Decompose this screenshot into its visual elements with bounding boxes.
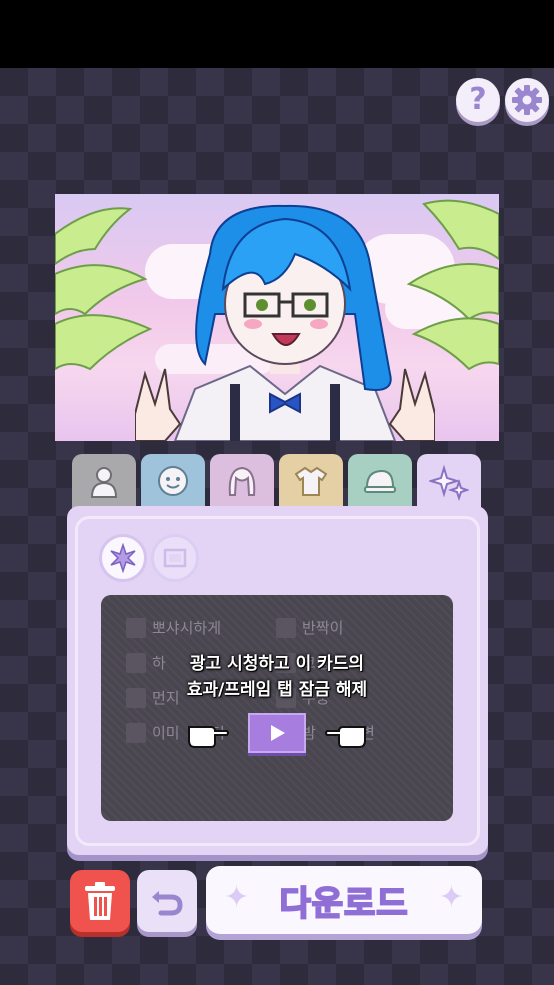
effect-option-label: 이미 (152, 724, 180, 742)
question-icon: ? (469, 82, 487, 117)
subtab-effects[interactable] (99, 534, 147, 582)
undo-button[interactable] (137, 870, 197, 932)
tab-hair[interactable] (210, 454, 274, 508)
category-tabs (72, 454, 482, 510)
watch-ad-play-button[interactable] (248, 713, 306, 753)
star-burst-icon (110, 543, 136, 573)
frame-icon (163, 548, 187, 568)
cap-icon (364, 469, 396, 493)
trash-icon (85, 882, 115, 920)
play-icon (271, 725, 285, 741)
character-illustration (135, 204, 435, 441)
effect-option-label: 반짝이 (302, 619, 344, 637)
tab-accessory[interactable] (348, 454, 412, 508)
face-icon (158, 466, 188, 496)
sparkle-icon: ✦ (224, 880, 250, 915)
silhouette-icon (90, 467, 118, 498)
unlock-line-1: 광고 시청하고 이 카드의 (189, 654, 365, 674)
unlock-line-2: 효과/프레임 탭 잠금 해제 (186, 680, 368, 700)
sparkles-icon (429, 464, 469, 502)
locked-effects-area: 뽀샤시하게 반짝이 하 코팅 먼지 두둥 이미 터 (101, 595, 453, 821)
effect-option[interactable]: 뽀샤시하게 (126, 617, 221, 638)
tab-effects[interactable] (417, 454, 481, 510)
help-button[interactable]: ? (456, 78, 500, 122)
shirt-icon (294, 466, 328, 496)
tab-body[interactable] (72, 454, 136, 508)
pointing-hand-icon (188, 726, 229, 748)
settings-button[interactable] (505, 78, 549, 122)
subtab-frames[interactable] (151, 534, 199, 582)
status-bar (0, 0, 554, 68)
effect-option[interactable]: 이미 (126, 722, 180, 743)
checkbox[interactable] (276, 617, 296, 638)
effect-option-label: 뽀샤시하게 (152, 619, 222, 637)
checkbox[interactable] (126, 722, 146, 743)
checkbox[interactable] (126, 617, 146, 638)
app-screen: ? 뽀샤시하게 반짝이 하 코팅 먼지 두둥 이미 밤 변 광고 시청하고 이 … (0, 68, 554, 985)
hair-icon (228, 466, 256, 496)
tab-face[interactable] (141, 454, 205, 508)
unlock-message: 광고 시청하고 이 카드의 효과/프레임 탭 잠금 해제 (101, 651, 453, 703)
download-label: 다운로드 (278, 883, 409, 925)
character-preview (55, 194, 499, 441)
effect-option[interactable]: 반짝이 (276, 617, 343, 638)
undo-icon (152, 891, 183, 916)
tab-clothes[interactable] (279, 454, 343, 508)
sparkle-icon: ✦ (438, 880, 464, 915)
trash-button[interactable] (70, 870, 130, 932)
pointing-hand-icon (325, 726, 366, 748)
gear-icon (512, 85, 542, 115)
download-button[interactable]: ✦ 다운로드 ✦ (206, 866, 482, 934)
